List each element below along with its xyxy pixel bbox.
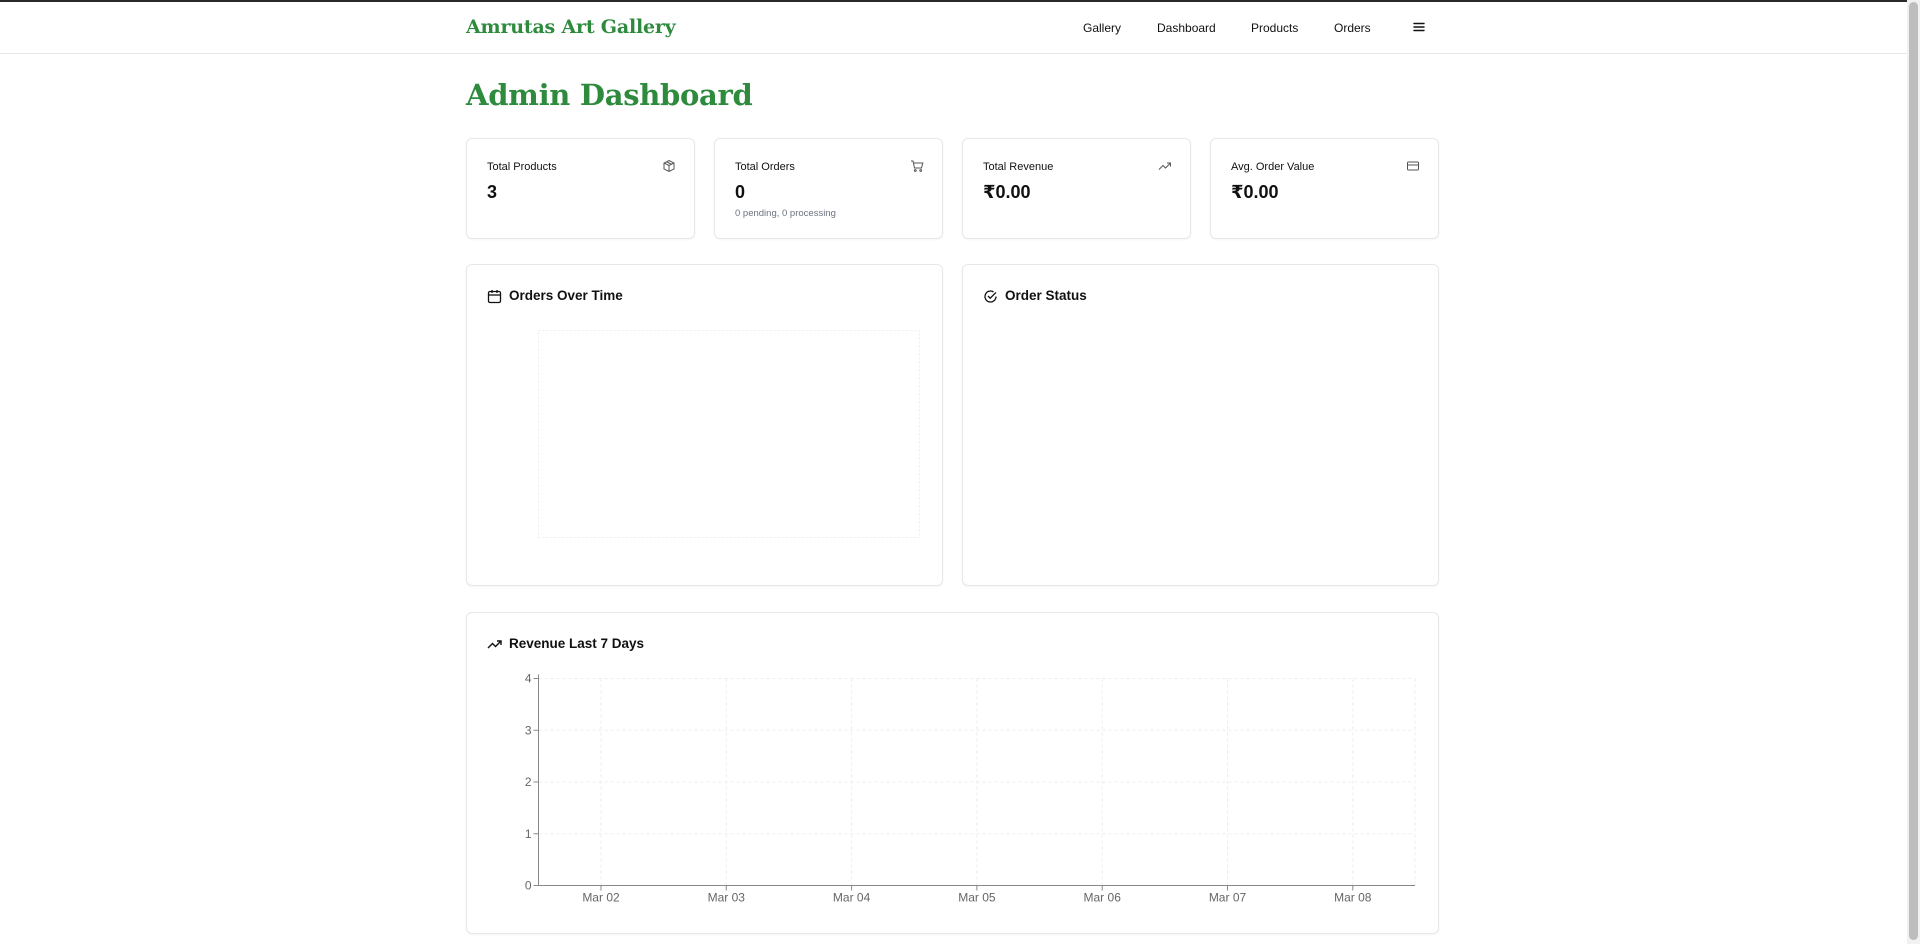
stat-label: Total Products xyxy=(487,161,557,173)
orders-over-time-panel: Orders Over Time xyxy=(466,264,943,586)
x-tick-label: Mar 06 xyxy=(1084,891,1122,905)
site-header: Amrutas Art Gallery Gallery Dashboard Pr… xyxy=(0,2,1907,54)
vertical-scrollbar[interactable] xyxy=(1907,0,1920,944)
nav-dashboard[interactable]: Dashboard xyxy=(1157,21,1216,35)
stat-value: ₹0.00 xyxy=(983,182,1031,202)
trending-up-icon xyxy=(1158,162,1171,170)
stat-label: Avg. Order Value xyxy=(1231,161,1315,173)
cart-icon xyxy=(911,160,924,172)
order-status-panel: Order Status xyxy=(962,264,1439,586)
stat-card-total-revenue: Total Revenue ₹0.00 xyxy=(962,138,1191,239)
nav-orders[interactable]: Orders xyxy=(1334,21,1371,35)
hamburger-icon[interactable] xyxy=(1412,20,1426,34)
y-tick-label: 0 xyxy=(525,879,532,893)
y-tick-label: 1 xyxy=(525,827,532,841)
page-title: Admin Dashboard xyxy=(466,78,753,112)
x-tick-label: Mar 08 xyxy=(1334,891,1372,905)
y-tick-label: 4 xyxy=(525,672,532,686)
stat-value: 0 xyxy=(735,182,746,202)
stat-subtext: 0 pending, 0 processing xyxy=(735,208,836,219)
x-tick-label: Mar 03 xyxy=(708,891,746,905)
stat-value: 3 xyxy=(487,182,498,202)
stat-card-total-orders: Total Orders 0 0 pending, 0 processing xyxy=(714,138,943,239)
stat-value: ₹0.00 xyxy=(1231,182,1279,202)
stat-label: Total Revenue xyxy=(983,161,1054,173)
credit-card-icon xyxy=(1407,161,1419,171)
x-tick-label: Mar 05 xyxy=(958,891,996,905)
package-icon xyxy=(663,159,675,173)
panel-title: Order Status xyxy=(1005,288,1087,303)
x-tick-label: Mar 07 xyxy=(1209,891,1247,905)
x-tick-label: Mar 04 xyxy=(833,891,871,905)
stat-card-avg-order-value: Avg. Order Value ₹0.00 xyxy=(1210,138,1439,239)
nav-products[interactable]: Products xyxy=(1251,21,1298,35)
x-tick-label: Mar 02 xyxy=(582,891,620,905)
stat-card-total-products: Total Products 3 xyxy=(466,138,695,239)
y-tick-label: 3 xyxy=(525,723,532,737)
scrollbar-thumb[interactable] xyxy=(1909,2,1918,940)
revenue-chart: 0 1 2 3 4 Mar 02 Mar 03 Mar 04 Mar 05 Mar 06 Mar 0… xyxy=(525,672,1416,905)
orders-over-time-chart-area xyxy=(538,330,920,538)
nav-gallery[interactable]: Gallery xyxy=(1083,21,1121,35)
y-tick-label: 2 xyxy=(525,775,532,789)
revenue-panel: Revenue Last 7 Days 0 1 2 3 4 Mar 02 Mar 03 Mar… xyxy=(466,612,1439,934)
stat-label: Total Orders xyxy=(735,161,795,173)
brand-logo[interactable]: Amrutas Art Gallery xyxy=(466,16,676,38)
